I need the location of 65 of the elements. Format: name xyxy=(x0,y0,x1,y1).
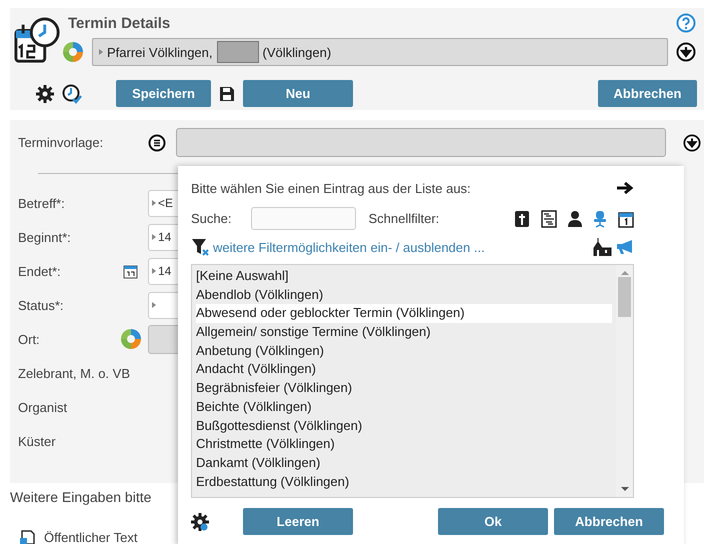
public-text-label: Öffentlicher Text xyxy=(44,530,138,544)
search-label: Suche: xyxy=(191,211,232,226)
search-field[interactable] xyxy=(251,207,356,230)
person-icon[interactable] xyxy=(568,210,582,228)
clock-check-icon[interactable] xyxy=(62,84,82,104)
parish-location: (Völklingen) xyxy=(262,44,332,60)
document-icon xyxy=(20,529,36,544)
donut-icon xyxy=(120,328,142,350)
field-label: Ort: xyxy=(18,332,41,346)
caret-icon xyxy=(99,49,103,55)
ok-button[interactable]: Ok xyxy=(438,508,548,535)
megaphone-icon[interactable] xyxy=(616,239,634,255)
window-title: Termin Details xyxy=(68,14,170,32)
popup-prompt: Bitte wählen Sie einen Eintrag aus der Liste aus: xyxy=(191,180,471,196)
list-item[interactable]: Bußgottesdienst (Völklingen) xyxy=(196,416,612,436)
list-item[interactable]: [Keine Auswahl] xyxy=(196,267,612,286)
list-item[interactable]: Begräbnisfeier (Völklingen) xyxy=(196,379,612,398)
filter-clear-icon[interactable] xyxy=(191,238,209,256)
calendar-icon[interactable] xyxy=(618,210,634,228)
list-item[interactable]: Dankamt (Völklingen) xyxy=(196,454,612,473)
book-cross-icon[interactable] xyxy=(514,210,530,228)
download-icon[interactable] xyxy=(676,42,696,62)
list-item[interactable]: Allgemein/ sonstige Termine (Völklingen) xyxy=(196,323,612,342)
new-button[interactable]: Neu xyxy=(243,80,353,107)
quick-filter-label: Schnellfilter: xyxy=(368,211,440,226)
chair-icon[interactable] xyxy=(593,210,607,228)
save-button[interactable]: Speichern xyxy=(116,80,211,107)
clear-button[interactable]: Leeren xyxy=(243,508,353,535)
caret-icon xyxy=(152,268,156,274)
gear-icon[interactable] xyxy=(36,84,54,102)
download-icon[interactable] xyxy=(683,134,701,152)
caret-icon xyxy=(152,234,156,240)
field-label: Betreff*: xyxy=(18,196,66,210)
church-icon[interactable] xyxy=(592,238,612,256)
list-item[interactable]: Anbetung (Völklingen) xyxy=(196,342,612,360)
list-icon[interactable] xyxy=(148,134,166,152)
field-label: Terminvorlage: xyxy=(18,135,104,150)
field-label: Status*: xyxy=(18,298,65,312)
note-text: Weitere Eingaben bitte xyxy=(10,489,152,505)
help-icon[interactable] xyxy=(676,13,696,33)
gear-icon[interactable] xyxy=(191,512,209,530)
list-item[interactable]: Abwesend oder geblockter Termin (Völklingen) xyxy=(196,304,612,324)
field-label: Organist xyxy=(18,400,68,414)
redacted-block xyxy=(216,41,258,63)
list-item[interactable]: Christmette (Völklingen) xyxy=(196,435,612,454)
filter-toggle-link[interactable]: weitere Filtermöglichkeiten ein- / ausblenden ... xyxy=(213,240,485,254)
cancel-button[interactable]: Abbrechen xyxy=(598,80,697,107)
field-label: Küster xyxy=(18,434,56,448)
list-item[interactable]: Andacht (Völklingen) xyxy=(196,360,612,380)
caret-icon xyxy=(152,200,156,206)
list-item[interactable]: Beichte (Völklingen) xyxy=(196,398,612,416)
list-item[interactable]: Erdbestattung (Völklingen) xyxy=(196,472,612,492)
donut-icon xyxy=(62,41,84,63)
arrow-right-icon[interactable] xyxy=(616,181,634,195)
calendar-icon[interactable] xyxy=(123,263,138,279)
field-label: Zelebrant, M. o. VB xyxy=(18,366,130,380)
list-item[interactable]: Abendlob (Völklingen) xyxy=(196,286,612,304)
template-field[interactable] xyxy=(176,128,666,157)
field-label: Beginnt*: xyxy=(18,230,72,244)
layout-icon[interactable] xyxy=(541,210,557,228)
parish-name: Pfarrei Völklingen, xyxy=(107,44,212,60)
caret-icon xyxy=(152,302,156,308)
field-label: Endet*: xyxy=(18,264,62,278)
parish-field[interactable]: Pfarrei Völklingen, (Völklingen) xyxy=(92,38,668,66)
cancel-button[interactable]: Abbrechen xyxy=(554,508,664,535)
